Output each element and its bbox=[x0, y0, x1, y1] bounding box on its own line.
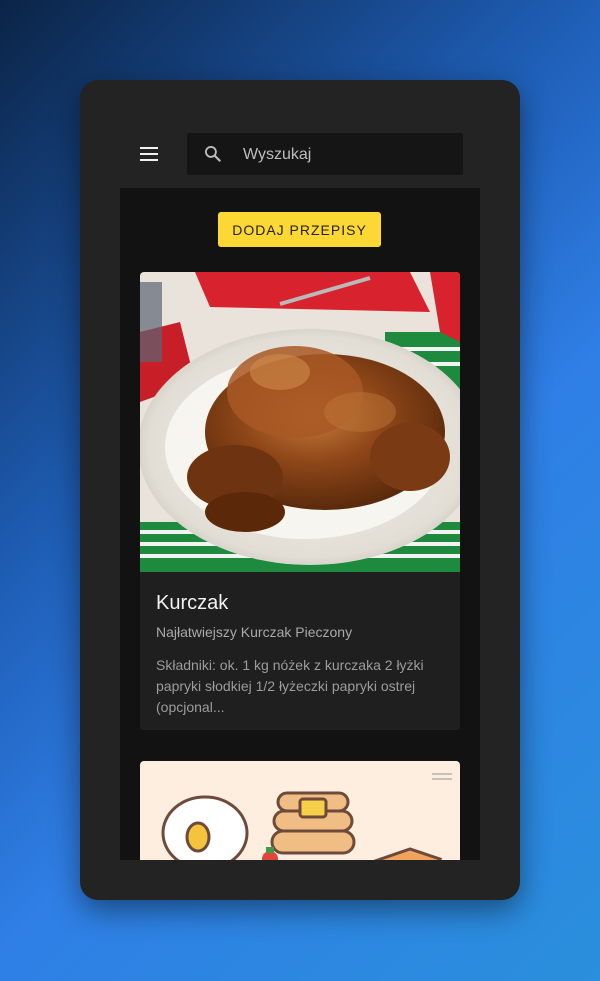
recipe-card[interactable]: Kurczak Najłatwiejszy Kurczak Pieczony S… bbox=[140, 272, 460, 730]
recipe-card[interactable] bbox=[140, 761, 460, 860]
recipe-description: Składniki: ok. 1 kg nóżek z kurczaka 2 ł… bbox=[156, 657, 424, 715]
recipe-image bbox=[140, 272, 460, 572]
recipe-subtitle: Najłatwiejszy Kurczak Pieczony bbox=[156, 624, 353, 640]
menu-icon[interactable] bbox=[138, 144, 160, 164]
drag-handle-icon[interactable] bbox=[432, 771, 452, 781]
search-input[interactable] bbox=[241, 133, 455, 177]
search-icon[interactable] bbox=[203, 144, 223, 164]
app-window: DODAJ PRZEPISY bbox=[80, 80, 520, 900]
search-bar bbox=[187, 133, 463, 177]
recipe-title: Kurczak bbox=[156, 592, 229, 614]
top-bar bbox=[120, 132, 480, 177]
recipe-image bbox=[140, 761, 460, 860]
recipe-list: DODAJ PRZEPISY Kurczak Najłatwiejszy Kur… bbox=[120, 188, 480, 860]
add-recipe-button[interactable]: DODAJ PRZEPISY bbox=[218, 212, 381, 247]
